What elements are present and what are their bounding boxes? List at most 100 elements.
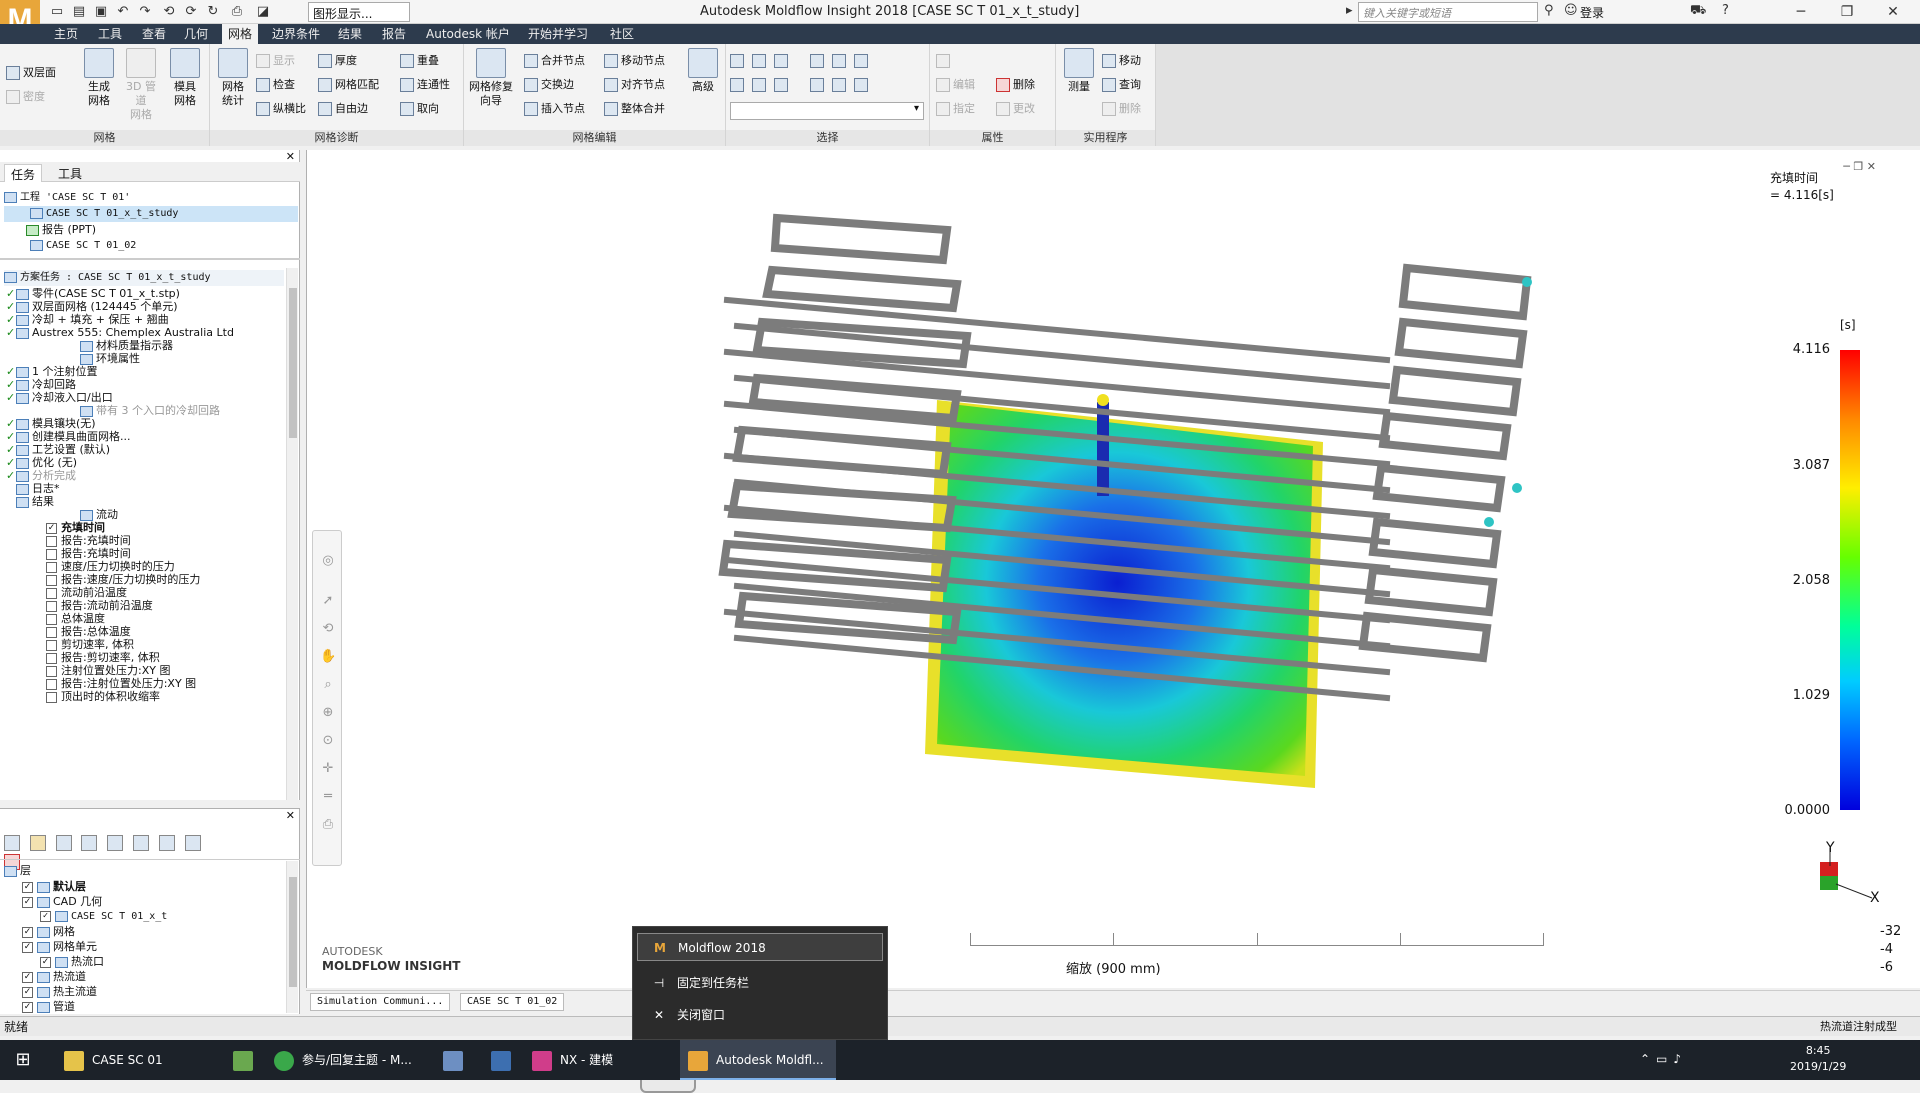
free-edge-button[interactable]: 自由边 — [318, 100, 368, 118]
layer-item[interactable]: ✓ 默认层 — [22, 879, 86, 895]
generate-mesh-button[interactable]: 生成 网格 — [80, 48, 118, 108]
mesh-diagnostics-group-label[interactable]: 网格诊断 — [210, 130, 463, 146]
zoom-fit-icon[interactable]: ⊙ — [320, 733, 336, 749]
tab-home[interactable]: 主页 — [48, 24, 84, 44]
result-checkbox[interactable] — [46, 665, 57, 677]
taskbar-item-browser[interactable]: 参与/回复主题 - M... — [268, 1040, 428, 1080]
check-button[interactable]: 检查 — [256, 76, 295, 94]
project-root[interactable]: 工程 'CASE SC T 01' — [4, 190, 130, 206]
mesh-statistics-button[interactable]: 网格 统计 — [214, 48, 252, 108]
result-checkbox[interactable] — [46, 574, 57, 586]
overlap-button[interactable]: 重叠 — [400, 52, 439, 70]
thickness-button[interactable]: 厚度 — [318, 52, 357, 70]
mesh-editing-group-label[interactable]: 网格编辑 — [464, 130, 725, 146]
clean-layer-icon[interactable] — [184, 835, 201, 851]
result-checkbox[interactable] — [46, 691, 57, 703]
help-icon[interactable]: ? — [1722, 3, 1729, 18]
study-item-selected[interactable]: CASE SC T 01_x_t_study — [4, 206, 298, 222]
insert-node-button[interactable]: 插入节点 — [524, 100, 585, 118]
layer-item[interactable]: ✓ CASE SC T 01_x_t — [40, 909, 167, 925]
jump-list-moldflow[interactable]: M Moldflow 2018 — [637, 933, 883, 961]
task-item[interactable]: 结果 — [6, 494, 54, 510]
layers-panel-close-icon[interactable]: ✕ — [286, 809, 295, 822]
undo-arrow-icon[interactable]: ⟲ — [160, 3, 178, 21]
layer-item[interactable]: ✓ 网格 — [22, 924, 75, 940]
expand-layer-icon[interactable] — [107, 835, 124, 851]
result-checkbox[interactable] — [46, 652, 57, 664]
layer-properties-icon[interactable] — [133, 835, 150, 851]
layer-visibility-checkbox[interactable]: ✓ — [40, 910, 51, 922]
minimize-button[interactable]: ─ — [1778, 0, 1824, 24]
select-property-button[interactable] — [832, 52, 849, 70]
result-checkbox[interactable] — [46, 678, 57, 690]
layer-visibility-checkbox[interactable]: ✓ — [22, 941, 33, 953]
study-item-02[interactable]: CASE SC T 01_02 — [4, 238, 136, 254]
layer-visibility-checkbox[interactable]: ✓ — [22, 926, 33, 938]
task-list-scrollbar[interactable] — [286, 268, 298, 800]
select-circle-button[interactable] — [752, 52, 769, 70]
zoom-window-icon[interactable]: ⌕ — [320, 677, 336, 693]
select-arrow-icon[interactable]: ➚ — [320, 593, 336, 609]
select-box-button[interactable] — [810, 76, 827, 94]
print-icon[interactable]: ⎙ — [228, 3, 246, 21]
result-checkbox[interactable] — [46, 548, 57, 560]
jump-list-pin-to-taskbar[interactable]: ⊣ 固定到任务栏 — [637, 969, 883, 997]
tab-view[interactable]: 查看 — [136, 24, 172, 44]
refresh-icon[interactable]: ↻ — [204, 3, 222, 21]
tab-autodesk-account[interactable]: Autodesk 帐户 — [420, 24, 516, 44]
move-button[interactable]: 移动 — [1102, 52, 1141, 70]
layer-item[interactable]: ✓ 热流口 — [40, 954, 104, 970]
double-layer-dropdown[interactable]: 双层面 — [6, 64, 56, 82]
taskbar-item-document[interactable] — [430, 1040, 476, 1080]
selection-filter-dropdown[interactable]: ▾ — [730, 102, 924, 120]
show-button[interactable]: 显示 — [256, 52, 295, 70]
layer-visibility-checkbox[interactable]: ✓ — [22, 986, 33, 998]
viewcube-icon[interactable]: ◎ — [320, 553, 336, 569]
layer-visibility-checkbox[interactable]: ✓ — [22, 896, 33, 908]
login-button[interactable]: 登录 — [1580, 4, 1604, 21]
activate-layer-icon[interactable] — [55, 835, 72, 851]
redo-arrow-icon[interactable]: ⟳ — [182, 3, 200, 21]
orientation-button[interactable]: 取向 — [400, 100, 439, 118]
select-filter-button[interactable] — [854, 52, 871, 70]
hide-layer-icon[interactable] — [158, 835, 175, 851]
layer-item[interactable]: ✓ 热主流道 — [22, 984, 97, 1000]
tab-get-started[interactable]: 开始并学习 — [522, 24, 594, 44]
query-button[interactable]: 查询 — [1102, 76, 1141, 94]
layer-visibility-checkbox[interactable]: ✓ — [22, 881, 33, 893]
selection-group-label[interactable]: 选择 — [726, 130, 929, 146]
taskbar-clock[interactable]: 8:45 2019/1/29 — [1790, 1043, 1846, 1075]
taskbar-item-nx[interactable]: NX - 建模 — [526, 1040, 676, 1080]
measure-button[interactable]: 测量 — [1060, 48, 1098, 94]
result-checkbox[interactable] — [46, 639, 57, 651]
layer-item[interactable]: ✓ 管道 — [22, 999, 75, 1015]
pan-hand-icon[interactable]: ✋ — [320, 649, 336, 665]
doc-tab-case-02[interactable]: CASE SC T 01_02 — [460, 993, 565, 1011]
assign-property-button[interactable]: 指定 — [936, 100, 975, 118]
layer-visibility-checkbox[interactable]: ✓ — [22, 971, 33, 983]
tab-community[interactable]: 社区 — [604, 24, 640, 44]
result-checkbox[interactable]: ✓ — [46, 522, 57, 534]
doc-tab-simulation-community[interactable]: Simulation Communi... — [310, 993, 451, 1011]
taskbar-item-app[interactable] — [220, 1040, 266, 1080]
connectivity-button[interactable]: 连通性 — [400, 76, 450, 94]
tab-geometry[interactable]: 几何 — [178, 24, 214, 44]
select-connected-button[interactable] — [832, 76, 849, 94]
utilities-group-label[interactable]: 实用程序 — [1056, 130, 1155, 146]
close-button[interactable]: ✕ — [1870, 0, 1916, 24]
layer-item[interactable]: ✓ CAD 几何 — [22, 894, 102, 910]
folder-layer-icon[interactable] — [29, 835, 46, 851]
mesh-group-label[interactable]: 网格 — [0, 130, 209, 146]
edit-property-button[interactable]: 编辑 — [936, 76, 975, 94]
pipe-3d-mesh-button[interactable]: 3D 管道 网格 — [122, 48, 160, 122]
merge-nodes-button[interactable]: 合并节点 — [524, 52, 585, 70]
select-expand-button[interactable] — [810, 52, 827, 70]
taskbar-item-explorer[interactable]: CASE SC 01 — [58, 1040, 218, 1080]
print-strip-icon[interactable]: ⎙ — [320, 817, 336, 833]
tab-tasks[interactable]: 任务 — [4, 164, 43, 182]
tab-results[interactable]: 结果 — [332, 24, 368, 44]
system-tray-icons[interactable]: ⌃▭♪ — [1640, 1052, 1687, 1066]
scroll-thumb[interactable] — [289, 288, 297, 438]
select-polygon-button[interactable] — [774, 52, 791, 70]
mesh-match-button[interactable]: 网格匹配 — [318, 76, 379, 94]
